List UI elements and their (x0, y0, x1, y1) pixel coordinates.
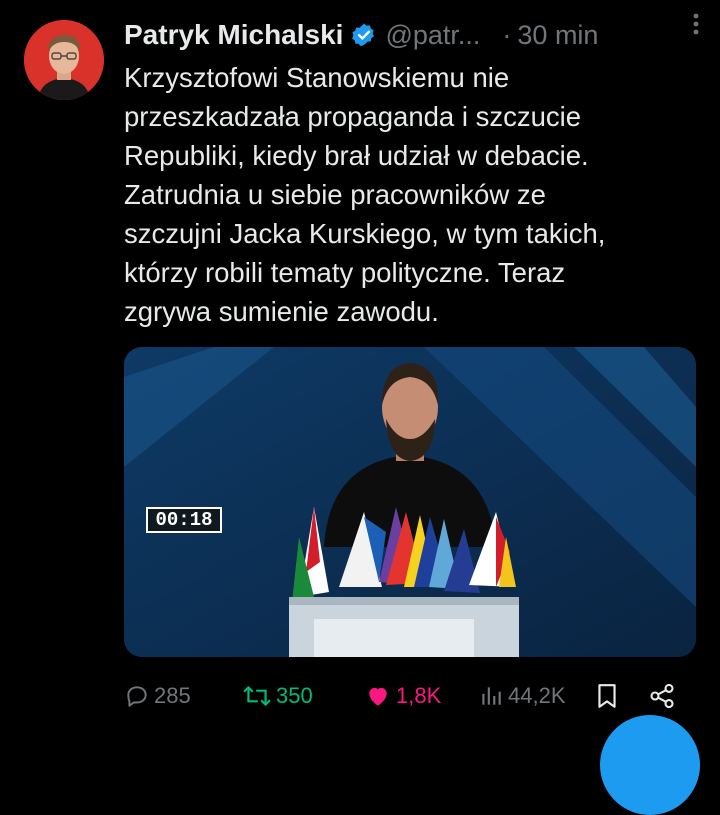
views-count: 44,2K (508, 683, 566, 708)
tweet-actions: 285 350 1,8K 44,2K (124, 676, 704, 716)
separator-dot: · (502, 19, 512, 50)
compose-button[interactable] (600, 715, 700, 815)
retweet-button[interactable]: 350 (242, 676, 313, 716)
views-button[interactable]: 44,2K (478, 676, 566, 716)
views-icon (482, 687, 501, 705)
video-frame-image (124, 347, 696, 657)
reply-button[interactable]: 285 (124, 676, 191, 716)
share-icon (650, 683, 674, 709)
author-handle[interactable]: @patr... (385, 20, 480, 51)
author-avatar[interactable] (24, 20, 104, 100)
tweet-video[interactable] (124, 347, 696, 657)
reply-icon (127, 686, 147, 707)
avatar-image (24, 20, 104, 100)
bookmark-button[interactable] (594, 676, 624, 716)
tweet-header: Patryk Michalski @patr... · 30 min (124, 14, 700, 56)
author-name[interactable]: Patryk Michalski (124, 19, 343, 51)
video-timer: 00:18 (146, 507, 222, 533)
verified-badge-icon (352, 23, 375, 47)
reply-count: 285 (154, 683, 191, 708)
retweet-count: 350 (276, 683, 313, 708)
heart-icon (369, 687, 387, 706)
bookmark-icon (598, 684, 616, 708)
like-button[interactable]: 1,8K (364, 676, 441, 716)
tweet-text: Krzysztofowi Stanowskiemu nie przeszkadz… (124, 62, 606, 327)
like-count: 1,8K (396, 683, 442, 708)
share-button[interactable] (648, 676, 680, 716)
tweet-time[interactable]: 30 min (517, 20, 598, 51)
retweet-icon (243, 686, 271, 706)
more-icon[interactable] (686, 10, 706, 38)
